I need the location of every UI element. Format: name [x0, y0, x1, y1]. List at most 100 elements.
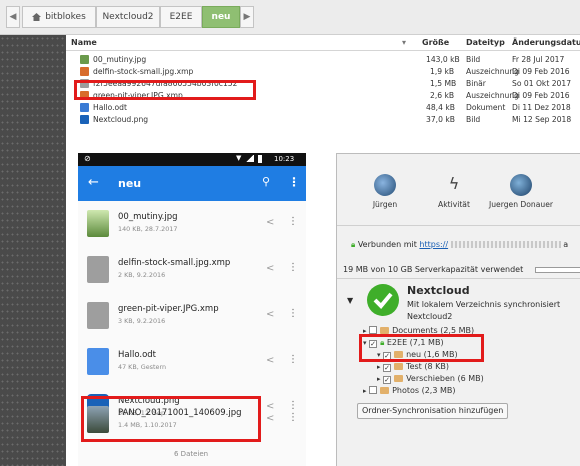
blurred-url	[450, 241, 561, 248]
tree-row-test[interactable]: ▸ ✓ Test (8 KB)	[377, 362, 449, 372]
tree-label: Test (8 KB)	[406, 362, 449, 371]
tab-label: Jürgen	[372, 200, 398, 209]
nextcloud-client-window: Jürgen ϟ Aktivität Juergen Donauer 🔒︎ Ve…	[336, 153, 580, 466]
highlight-e2ee-folder	[359, 334, 484, 362]
document-file-icon	[80, 103, 89, 112]
usage-bar	[535, 267, 580, 273]
item-title: green-pit-viper.JPG.xmp	[118, 304, 219, 314]
list-item[interactable]: green-pit-viper.JPG.xmp 3 KB, 9.2.2016 <…	[78, 293, 306, 339]
tab-activity[interactable]: ϟ Aktivität	[431, 174, 477, 209]
tree-arrow-icon[interactable]: ▸	[377, 363, 381, 371]
crumb-label: bitblokes	[45, 12, 86, 22]
file-size: 2,6 kB	[430, 91, 455, 100]
checkbox[interactable]	[369, 326, 378, 334]
wifi-icon: ▼	[236, 154, 242, 162]
file-name: 00_mutiny.jpg	[93, 55, 147, 64]
image-file-icon	[80, 115, 89, 124]
signal-icon	[246, 155, 254, 162]
tree-arrow-icon[interactable]: ▸	[377, 375, 381, 383]
item-title: delfin-stock-small.jpg.xmp	[118, 258, 231, 268]
path-forward-arrow-icon[interactable]: ▶	[240, 6, 254, 28]
item-more-icon[interactable]: ⋮	[288, 216, 298, 227]
file-row[interactable]: Nextcloud.png 37,0 kB Bild Mi 12 Sep 201…	[66, 114, 580, 126]
share-icon[interactable]: <	[266, 355, 274, 366]
crumb-e2ee[interactable]: E2EE	[160, 6, 202, 28]
tree-row-photos[interactable]: ▸ Photos (2,3 MB)	[363, 386, 456, 395]
tab-label: Aktivität	[438, 200, 470, 209]
item-more-icon[interactable]: ⋮	[288, 262, 298, 273]
file-row[interactable]: Hallo.odt 48,4 kB Dokument Di 11 Dez 201…	[66, 102, 580, 114]
account-folder: Nextcloud2	[407, 312, 453, 321]
android-status-bar: ⊘ ▼ 10:23	[78, 153, 306, 166]
file-size: 37,0 kB	[426, 115, 455, 124]
image-file-icon	[80, 55, 89, 64]
col-date[interactable]: Änderungsdatum	[512, 38, 580, 47]
account-tabs: Jürgen ϟ Aktivität Juergen Donauer	[337, 168, 580, 226]
item-title: Hallo.odt	[118, 350, 157, 360]
document-file-icon	[87, 348, 109, 375]
item-more-icon[interactable]: ⋮	[288, 308, 298, 319]
file-date: Mi 12 Sep 2018	[512, 115, 572, 124]
item-sub: 140 KB, 28.7.2017	[118, 225, 178, 233]
highlight-pano-file	[81, 396, 261, 442]
usage-text: 19 MB von 10 GB Serverkapazität verwende…	[343, 265, 524, 274]
col-size[interactable]: Größe	[422, 38, 449, 47]
share-icon[interactable]: <	[266, 309, 274, 320]
file-date: Di 09 Feb 2016	[512, 67, 570, 76]
tree-row-verschieben[interactable]: ▸ ✓ Verschieben (6 MB)	[377, 374, 484, 384]
desktop-background-strip	[0, 0, 66, 466]
list-item[interactable]: Hallo.odt 47 KB, Gestern < ⋮	[78, 339, 306, 385]
account-title: Nextcloud	[407, 284, 470, 297]
checkbox[interactable]	[369, 386, 378, 394]
share-icon[interactable]: <	[266, 217, 274, 228]
back-arrow-icon[interactable]: ←	[88, 175, 99, 190]
list-item[interactable]: delfin-stock-small.jpg.xmp 2 KB, 9.2.201…	[78, 247, 306, 293]
file-type: Bild	[466, 115, 481, 124]
sync-ok-icon	[367, 284, 399, 316]
image-thumbnail	[87, 210, 109, 237]
sort-chevron-icon[interactable]: ▾	[402, 38, 406, 47]
file-type: Binär	[466, 79, 486, 88]
avatar-icon	[374, 174, 396, 196]
tab-account-juergen[interactable]: Jürgen	[363, 174, 407, 209]
file-row[interactable]: delfin-stock-small.jpg.xmp 1,9 kB Auszei…	[66, 66, 580, 78]
path-back-arrow-icon[interactable]: ◀	[6, 6, 20, 28]
file-size: 48,4 kB	[426, 103, 455, 112]
tab-account-donauer[interactable]: Juergen Donauer	[483, 174, 559, 209]
file-type: Bild	[466, 55, 481, 64]
highlight-encrypted-file	[74, 80, 256, 100]
item-sub: 2 KB, 9.2.2016	[118, 271, 166, 279]
item-more-icon[interactable]: ⋮	[288, 354, 298, 365]
add-folder-sync-button[interactable]: Ordner-Synchronisation hinzufügen	[357, 403, 509, 419]
file-size: 1,5 MB	[430, 79, 457, 88]
crumb-label: neu	[211, 12, 231, 22]
file-count: 6 Dateien	[174, 450, 209, 458]
tree-label: Verschieben (6 MB)	[406, 374, 484, 383]
expand-arrow-icon[interactable]: ▼	[347, 296, 353, 305]
tree-arrow-icon[interactable]: ▸	[363, 387, 367, 395]
crumb-neu[interactable]: neu	[202, 6, 240, 28]
markup-file-icon	[80, 67, 89, 76]
folder-icon	[380, 327, 390, 334]
search-icon[interactable]: ⚲	[262, 175, 270, 188]
checkbox[interactable]: ✓	[383, 376, 392, 384]
app-bar-title: neu	[118, 177, 142, 190]
checkbox[interactable]: ✓	[383, 364, 392, 372]
tree-label: Photos (2,3 MB)	[392, 386, 456, 395]
server-link[interactable]: https://	[419, 240, 448, 249]
item-more-icon[interactable]: ⋮	[288, 412, 298, 423]
item-title: 00_mutiny.jpg	[118, 212, 178, 222]
battery-icon	[258, 155, 262, 163]
share-icon[interactable]: <	[266, 263, 274, 274]
col-type[interactable]: Dateityp	[466, 38, 505, 47]
folder-icon	[394, 375, 404, 382]
share-icon[interactable]: <	[266, 413, 274, 424]
col-name[interactable]: Name	[71, 38, 97, 47]
file-type: Dokument	[466, 103, 506, 112]
crumb-nextcloud2[interactable]: Nextcloud2	[96, 6, 160, 28]
list-item[interactable]: 00_mutiny.jpg 140 KB, 28.7.2017 < ⋮	[78, 201, 306, 247]
overflow-menu-icon[interactable]: ⋮	[288, 175, 300, 189]
file-row[interactable]: 00_mutiny.jpg 143,0 kB Bild Fr 28 Jul 20…	[66, 54, 580, 66]
divider	[337, 278, 580, 279]
crumb-home[interactable]: bitblokes	[22, 6, 96, 28]
